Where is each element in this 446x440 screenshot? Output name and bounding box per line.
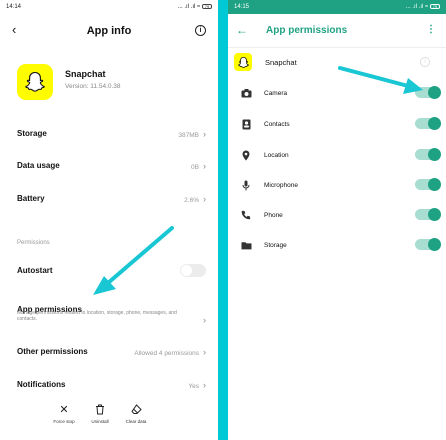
clear-data-button[interactable]: Clear data	[122, 404, 150, 424]
battery-label: Battery	[17, 193, 45, 203]
app-permissions-screen: 14:15 ... .ıl .ıl ≈ 79 ← App permissions…	[228, 0, 446, 440]
camera-icon	[228, 88, 264, 98]
permission-row-phone[interactable]: Phone	[228, 205, 446, 225]
force-stop-button[interactable]: ✕ Force stop	[50, 404, 78, 424]
other-permissions-row[interactable]: Other permissions Allowed 4 permissions ›	[17, 342, 206, 360]
snapchat-logo-icon	[17, 64, 53, 100]
app-name: Snapchat	[65, 68, 106, 79]
permission-row-microphone[interactable]: Microphone	[228, 175, 446, 195]
app-card: Snapchat Version: 11.54.0.38	[17, 64, 121, 100]
data-usage-row[interactable]: Data usage 0B ›	[17, 156, 206, 174]
permission-row-storage[interactable]: Storage	[228, 235, 446, 255]
status-bar: 14:15 ... .ıl .ıl ≈ 79	[228, 0, 446, 14]
screenshot-root: 14:14 ... .ıl .ıl ≈ 79 ‹ App info i Snap…	[0, 0, 446, 440]
location-icon	[228, 150, 264, 161]
app-info-header: ‹ App info i	[0, 14, 218, 48]
chevron-right-icon: ›	[203, 315, 206, 325]
notifications-label: Notifications	[17, 379, 66, 389]
autostart-label: Autostart	[17, 266, 53, 275]
storage-label: Storage	[17, 128, 47, 138]
other-permissions-value: Allowed 4 permissions	[134, 350, 199, 357]
storage-row[interactable]: Storage 387MB ›	[17, 124, 206, 142]
signal-icons: ... .ıl .ıl ≈	[405, 4, 429, 11]
storage-value: 387MB	[178, 132, 199, 139]
status-time: 14:14	[6, 4, 22, 10]
battery-icon: 79	[430, 3, 440, 9]
force-stop-label: Force stop	[53, 419, 75, 424]
autostart-row[interactable]: Autostart	[17, 264, 206, 277]
chevron-right-icon: ›	[203, 129, 206, 139]
status-icons: ... .ıl .ıl ≈ 79	[405, 3, 440, 11]
bottom-action-bar: ✕ Force stop Uninstall Clear data	[50, 404, 150, 424]
section-label: Permissions	[17, 240, 50, 246]
data-usage-value: 0B	[191, 164, 199, 171]
signal-icons: ... .ıl .ıl ≈	[177, 4, 201, 11]
app-row: Snapchat i	[234, 53, 430, 71]
page-title: App permissions	[266, 25, 348, 36]
chevron-right-icon: ›	[203, 194, 206, 204]
status-bar: 14:14 ... .ıl .ıl ≈ 79	[0, 0, 218, 14]
permission-row-location[interactable]: Location	[228, 145, 446, 165]
camera-toggle[interactable]	[415, 86, 441, 99]
snapchat-logo-icon	[234, 53, 252, 71]
permission-row-camera[interactable]: Camera	[228, 83, 446, 103]
app-info-screen: 14:14 ... .ıl .ıl ≈ 79 ‹ App info i Snap…	[0, 0, 218, 440]
status-time: 14:15	[234, 4, 250, 10]
app-permissions-description: Manage permissions related to location, …	[17, 310, 177, 322]
folder-icon	[228, 241, 264, 250]
uninstall-label: Uninstall	[91, 419, 109, 424]
data-usage-label: Data usage	[17, 160, 60, 170]
notifications-value: Yes	[188, 383, 199, 390]
phone-toggle[interactable]	[415, 208, 441, 221]
permission-label: Location	[264, 151, 289, 159]
trash-icon	[95, 404, 105, 416]
app-name: Snapchat	[265, 57, 297, 67]
info-icon[interactable]: i	[420, 57, 430, 67]
other-permissions-label: Other permissions	[17, 346, 88, 356]
back-arrow-icon[interactable]: ←	[236, 23, 248, 37]
location-toggle[interactable]	[415, 148, 441, 161]
chevron-right-icon: ›	[203, 161, 206, 171]
battery-row[interactable]: Battery 2.6% ›	[17, 189, 206, 207]
uninstall-button[interactable]: Uninstall	[86, 404, 114, 424]
notifications-row[interactable]: Notifications Yes ›	[17, 375, 206, 393]
battery-icon: 79	[202, 3, 212, 9]
eraser-icon	[130, 404, 142, 416]
permission-label: Phone	[264, 211, 283, 219]
battery-value: 2.6%	[184, 197, 199, 204]
permission-label: Microphone	[264, 181, 298, 189]
permission-label: Camera	[264, 89, 288, 97]
microphone-toggle[interactable]	[415, 178, 441, 191]
contacts-toggle[interactable]	[415, 117, 441, 130]
close-icon: ✕	[59, 404, 69, 416]
permission-label: Contacts	[264, 120, 290, 128]
permission-row-contacts[interactable]: Contacts	[228, 114, 446, 134]
permission-label: Storage	[264, 241, 287, 249]
more-options-icon[interactable]: ⋮	[426, 24, 436, 35]
info-icon[interactable]: i	[195, 25, 206, 36]
storage-toggle[interactable]	[415, 238, 441, 251]
chevron-right-icon: ›	[203, 380, 206, 390]
autostart-toggle[interactable]	[180, 264, 206, 277]
page-title: App info	[86, 25, 132, 37]
chevron-right-icon: ›	[203, 347, 206, 357]
phone-icon	[228, 210, 264, 220]
status-icons: ... .ıl .ıl ≈ 79	[177, 3, 212, 11]
app-version: Version: 11.54.0.38	[65, 82, 121, 90]
app-permissions-header: ← App permissions ⋮	[228, 14, 446, 48]
clear-data-label: Clear data	[125, 419, 147, 424]
contacts-icon	[228, 119, 264, 130]
microphone-icon	[228, 180, 264, 191]
